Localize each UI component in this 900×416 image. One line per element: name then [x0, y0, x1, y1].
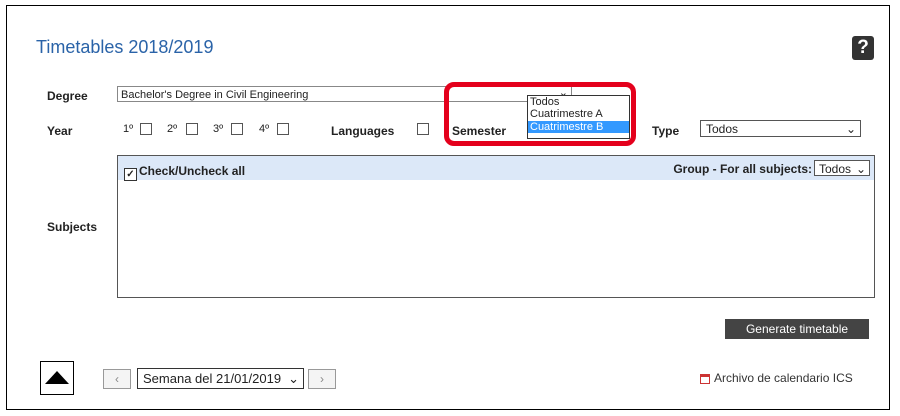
degree-value: Bachelor's Degree in Civil Engineering	[121, 89, 309, 101]
chevron-down-icon: ⌄	[845, 122, 856, 136]
check-all-toggle[interactable]: ✓ Check/Uncheck all	[124, 164, 245, 181]
check-all-label: Check/Uncheck all	[139, 164, 246, 178]
group-select[interactable]: Todos ⌄	[814, 160, 870, 176]
chevron-right-icon: ›	[320, 372, 324, 386]
group-value: Todos	[819, 162, 852, 176]
next-week-button[interactable]: ›	[308, 369, 336, 389]
degree-label: Degree	[47, 89, 88, 103]
generate-timetable-button[interactable]: Generate timetable	[725, 319, 869, 339]
subjects-label: Subjects	[47, 220, 98, 234]
type-label: Type	[652, 124, 680, 138]
year-4-checkbox[interactable]	[277, 123, 289, 135]
chevron-left-icon: ‹	[115, 372, 119, 386]
highlight-annotation	[444, 82, 636, 146]
languages-label: Languages	[331, 124, 395, 138]
ics-link-label: Archivo de calendario ICS	[714, 371, 853, 385]
page-title: Timetables 2018/2019	[36, 37, 214, 57]
subjects-list[interactable]: ✓ Check/Uncheck all Group - For all subje…	[117, 155, 875, 298]
type-value: Todos	[706, 122, 739, 136]
type-select[interactable]: Todos ⌄	[700, 120, 861, 137]
year-2-checkbox[interactable]	[186, 123, 198, 135]
year-3-label: 3º	[213, 123, 224, 135]
chevron-down-icon: ⌄	[288, 371, 299, 386]
week-value: Semana del 21/01/2019	[143, 371, 282, 386]
year-1-checkbox[interactable]	[140, 123, 152, 135]
chevron-down-icon: ⌄	[855, 162, 866, 176]
arrow-up-icon	[45, 371, 69, 384]
help-icon[interactable]: ?	[852, 36, 874, 60]
week-select[interactable]: Semana del 21/01/2019 ⌄	[137, 368, 304, 389]
scroll-top-button[interactable]	[40, 361, 74, 395]
year-4-label: 4º	[259, 123, 270, 135]
ics-link[interactable]: Archivo de calendario ICS	[700, 371, 853, 385]
calendar-icon	[700, 374, 710, 384]
year-2-label: 2º	[167, 123, 178, 135]
subjects-header: ✓ Check/Uncheck all Group - For all subje…	[118, 156, 874, 181]
year-1-label: 1º	[123, 123, 134, 135]
previous-week-button[interactable]: ‹	[103, 369, 131, 389]
group-label: Group - For all subjects:	[673, 162, 812, 176]
languages-checkbox[interactable]	[417, 123, 429, 135]
year-3-checkbox[interactable]	[231, 123, 243, 135]
year-label: Year	[47, 124, 73, 138]
checkbox-checked-icon[interactable]: ✓	[124, 168, 137, 181]
